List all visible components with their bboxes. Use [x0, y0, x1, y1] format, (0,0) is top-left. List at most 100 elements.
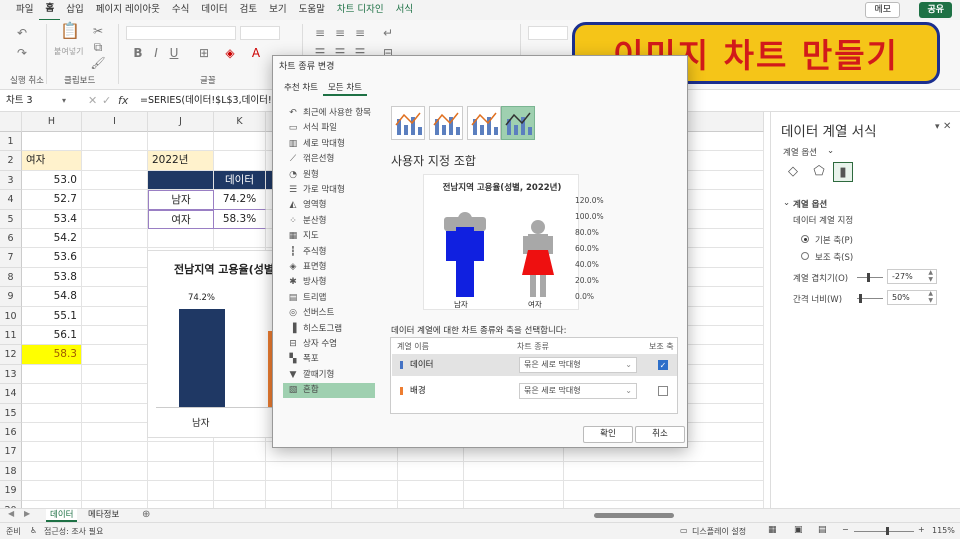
cell[interactable] [82, 423, 148, 443]
cell[interactable] [398, 481, 464, 501]
align-top-icon[interactable]: ≡ [312, 26, 328, 40]
cell[interactable] [82, 170, 148, 191]
menu-item-8[interactable]: 도움말 [293, 0, 331, 20]
chart-type-item[interactable]: ▐ 히스토그램 [283, 322, 375, 337]
cell[interactable] [464, 481, 564, 501]
dialog-tab-1[interactable]: 모든 차트 [322, 82, 367, 96]
cell[interactable]: 52.7 [22, 190, 82, 210]
chart-type-item[interactable]: ▼ 깔때기형 [283, 368, 375, 383]
overlap-spinner[interactable]: -27% ▲ ▼ [887, 269, 937, 284]
dialog-tab-0[interactable]: 추천 차트 [279, 82, 323, 96]
row-header[interactable]: 10 [0, 306, 22, 326]
page-break-icon[interactable]: ▤ [818, 525, 827, 535]
zoom-slider[interactable] [854, 531, 914, 532]
chart-type-item[interactable]: ▦ 지도 [283, 229, 375, 244]
chart-type-item[interactable]: ◭ 영역형 [283, 198, 375, 213]
sheet-tab-data[interactable]: 데이터 [46, 509, 78, 522]
formula-input[interactable]: =SERIES(데이터!$L$3,데이터!$ [140, 93, 278, 109]
memo-button[interactable]: 메모 [865, 2, 900, 18]
cell[interactable]: 56.1 [22, 326, 82, 346]
menu-item-10[interactable]: 서식 [390, 0, 419, 20]
chart-type-item[interactable]: ✱ 방사형 [283, 275, 375, 290]
cell[interactable] [214, 151, 266, 171]
combo-subtype-2[interactable] [429, 106, 463, 140]
menu-item-6[interactable]: 검토 [234, 0, 263, 20]
gap-width-spinner[interactable]: 50% ▲ ▼ [887, 290, 937, 305]
cell[interactable] [564, 481, 764, 501]
format-painter-icon[interactable]: 🖌 [90, 56, 106, 70]
cell[interactable] [82, 306, 148, 326]
menu-item-4[interactable]: 수식 [166, 0, 195, 20]
menu-item-1[interactable]: 홈 [39, 0, 61, 21]
secondary-axis-radio[interactable] [801, 252, 809, 260]
cell[interactable] [22, 384, 82, 404]
zoom-level[interactable]: 115% [932, 526, 955, 535]
row-header[interactable]: 15 [0, 403, 22, 423]
row-header[interactable]: 13 [0, 364, 22, 385]
cell[interactable] [564, 461, 764, 482]
cell[interactable] [82, 326, 148, 346]
row-header[interactable]: 6 [0, 229, 22, 249]
column-header[interactable]: K [214, 112, 266, 132]
series-options-icon[interactable]: ▮ [833, 162, 853, 182]
cell[interactable] [82, 481, 148, 501]
row-header[interactable]: 1 [0, 132, 22, 152]
section-collapse-icon[interactable]: ⌄ [783, 198, 790, 208]
row-header[interactable]: 17 [0, 442, 22, 462]
cell[interactable] [82, 229, 148, 249]
cell[interactable] [332, 481, 398, 501]
cell[interactable] [266, 461, 332, 482]
cell[interactable] [148, 461, 214, 482]
add-sheet-icon[interactable]: ⊕ [142, 509, 150, 521]
row-header[interactable]: 7 [0, 248, 22, 268]
series-row[interactable]: 배경 묶은 세로 막대형 ⌄ [392, 380, 677, 402]
cell[interactable]: 2022년 [148, 151, 214, 171]
cell[interactable] [22, 461, 82, 482]
bold-icon[interactable]: B [130, 46, 146, 60]
menu-item-9[interactable]: 차트 디자인 [331, 0, 390, 20]
page-layout-icon[interactable]: ▣ [794, 525, 803, 535]
cell[interactable] [82, 345, 148, 365]
chart-type-item[interactable]: ▧ 혼합 [283, 383, 375, 399]
secondary-axis-checkbox[interactable] [658, 386, 668, 396]
fill-line-icon[interactable]: ◇ [783, 162, 803, 182]
menu-item-5[interactable]: 데이터 [195, 0, 233, 20]
cell[interactable]: 여자 [22, 151, 82, 171]
redo-icon[interactable]: ↷ [14, 46, 30, 60]
cell[interactable]: 53.8 [22, 267, 82, 288]
cancel-button[interactable]: 취소 [635, 426, 685, 443]
undo-icon[interactable]: ↶ [14, 26, 30, 40]
next-sheet-icon[interactable]: ▶ [24, 509, 30, 518]
share-button[interactable]: 공유 [919, 2, 952, 18]
gap-width-slider-thumb[interactable] [859, 294, 862, 303]
cancel-icon[interactable]: ✕ [88, 93, 97, 109]
cell[interactable] [214, 229, 266, 249]
row-header[interactable]: 9 [0, 287, 22, 307]
cell[interactable] [82, 461, 148, 482]
cell[interactable] [82, 384, 148, 404]
select-all-corner[interactable] [0, 112, 22, 132]
underline-icon[interactable]: U [166, 46, 182, 60]
cell[interactable] [82, 248, 148, 268]
chart-type-item[interactable]: ◎ 선버스트 [283, 306, 375, 321]
cell[interactable]: 54.8 [22, 287, 82, 307]
cell[interactable]: 53.4 [22, 209, 82, 229]
menu-item-3[interactable]: 페이지 레이아웃 [90, 0, 166, 20]
row-header[interactable]: 2 [0, 151, 22, 171]
zoom-slider-thumb[interactable] [886, 527, 889, 535]
row-header[interactable]: 16 [0, 423, 22, 443]
overlap-slider[interactable] [857, 277, 883, 278]
italic-icon[interactable]: I [148, 46, 164, 60]
chart-type-item[interactable]: ◔ 원형 [283, 168, 375, 183]
sheet-tab-meta[interactable]: 메타정보 [84, 509, 123, 522]
cell[interactable] [82, 364, 148, 385]
cell[interactable] [82, 151, 148, 171]
normal-view-icon[interactable]: ▦ [768, 525, 777, 535]
name-box-dropdown-icon[interactable]: ▾ [62, 93, 66, 109]
cell[interactable] [214, 481, 266, 501]
row-header[interactable]: 19 [0, 481, 22, 501]
series-chart-type-select[interactable]: 묶은 세로 막대형 ⌄ [519, 357, 637, 373]
cell[interactable] [22, 481, 82, 501]
prev-sheet-icon[interactable]: ◀ [8, 509, 14, 518]
chart-type-item[interactable]: ↶ 최근에 사용한 항목 [283, 106, 375, 121]
